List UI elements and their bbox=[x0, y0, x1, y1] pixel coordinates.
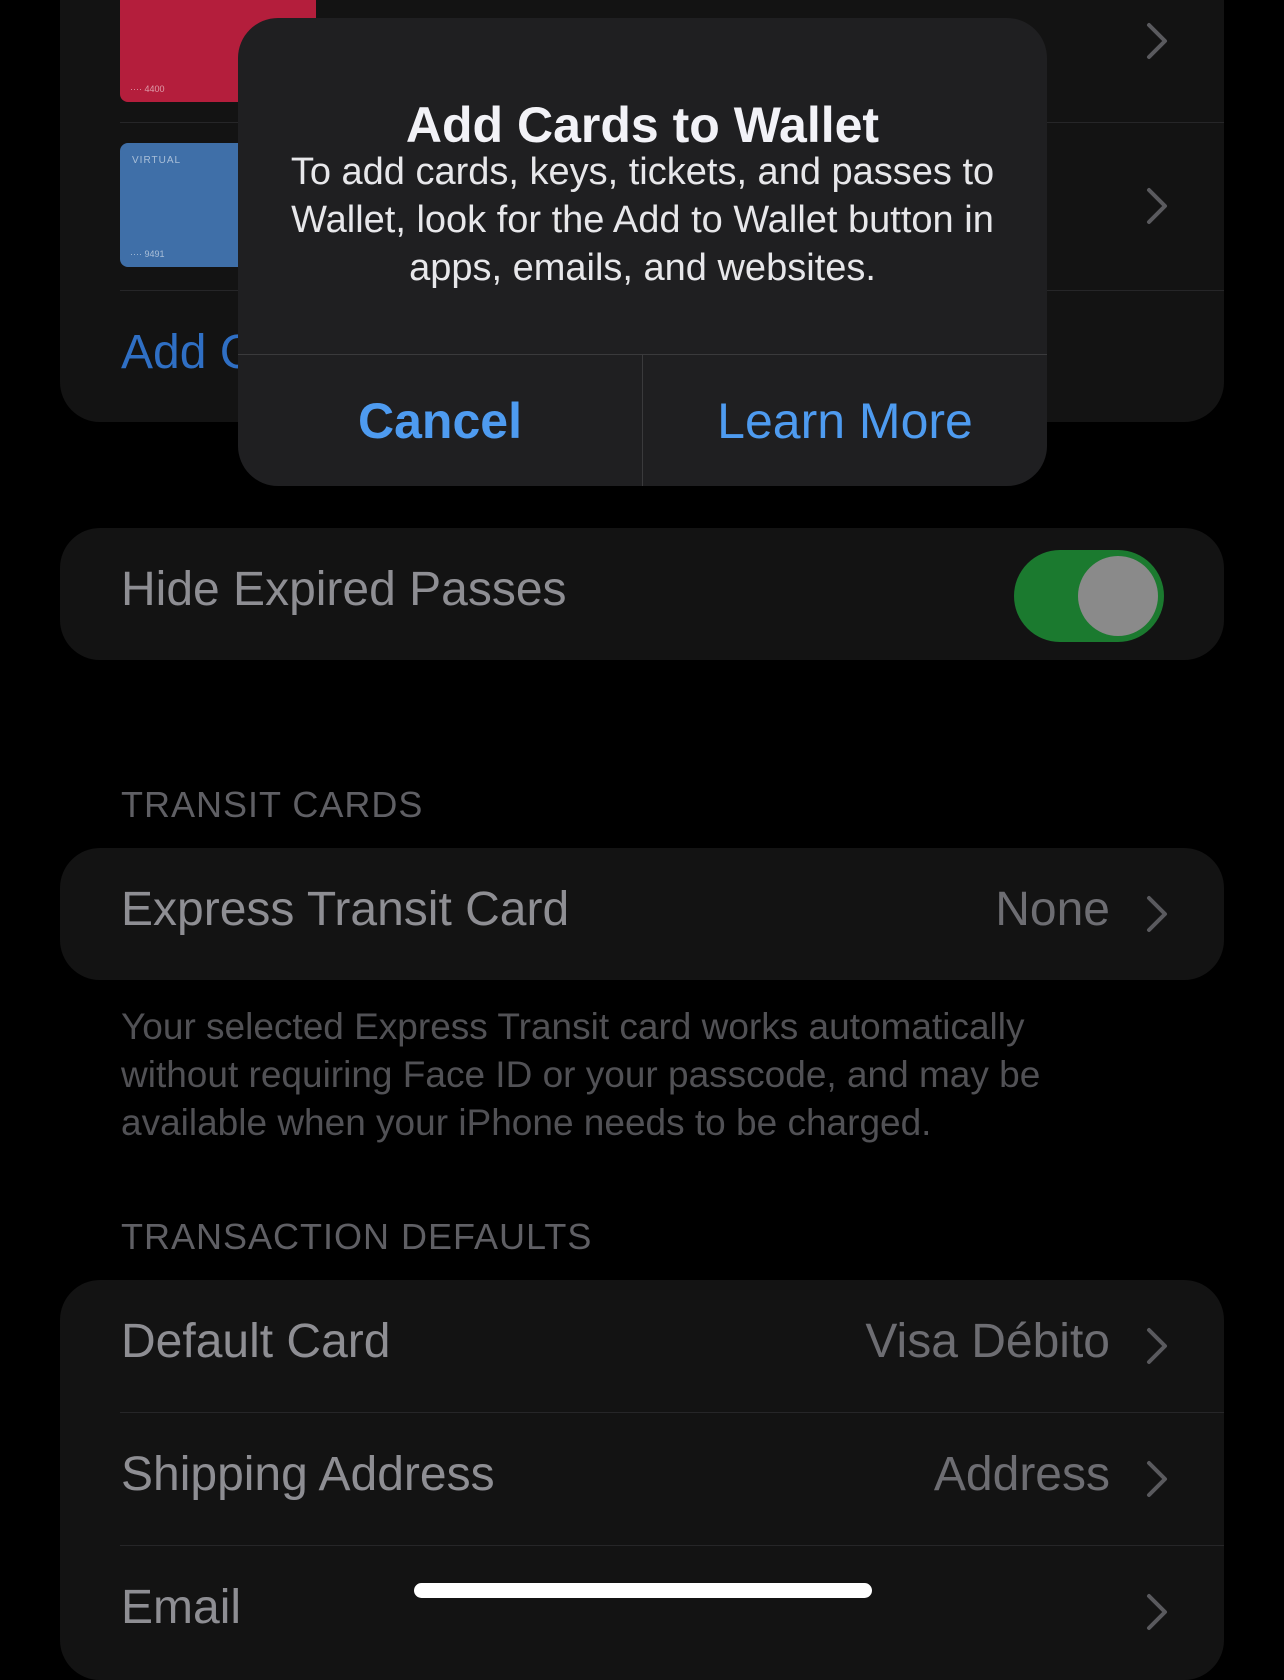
transaction-group: Default Card Visa Débito Shipping Addres… bbox=[60, 1280, 1224, 1680]
toggle-knob bbox=[1078, 556, 1158, 636]
learn-more-button[interactable]: Learn More bbox=[643, 355, 1047, 486]
hide-expired-toggle[interactable] bbox=[1014, 550, 1164, 642]
express-transit-row[interactable]: Express Transit Card None bbox=[60, 848, 1224, 980]
hide-expired-label: Hide Expired Passes bbox=[121, 563, 567, 616]
shipping-address-label: Shipping Address bbox=[121, 1448, 495, 1501]
shipping-address-value: Address bbox=[933, 1448, 1110, 1501]
chevron-right-icon bbox=[1147, 1594, 1167, 1630]
transit-cards-header: TRANSIT CARDS bbox=[121, 784, 424, 825]
add-cards-alert: Add Cards to Wallet To add cards, keys, … bbox=[238, 18, 1047, 486]
card-number: ···· 4400 bbox=[130, 84, 165, 94]
alert-message: To add cards, keys, tickets, and passes … bbox=[290, 151, 995, 289]
hide-expired-group: Hide Expired Passes bbox=[60, 528, 1224, 660]
cancel-button[interactable]: Cancel bbox=[238, 355, 642, 486]
add-card-label[interactable]: Add C bbox=[121, 325, 254, 380]
default-card-value: Visa Débito bbox=[865, 1315, 1110, 1368]
default-card-label: Default Card bbox=[121, 1315, 391, 1368]
express-transit-label: Express Transit Card bbox=[121, 883, 570, 936]
shipping-address-row[interactable]: Shipping Address Address bbox=[60, 1413, 1224, 1545]
chevron-right-icon bbox=[1147, 23, 1167, 59]
chevron-right-icon bbox=[1147, 1328, 1167, 1364]
card-number: ···· 9491 bbox=[130, 249, 165, 259]
express-transit-value: None bbox=[995, 883, 1110, 936]
alert-title: Add Cards to Wallet bbox=[405, 97, 880, 153]
chevron-right-icon bbox=[1147, 896, 1167, 932]
default-card-row[interactable]: Default Card Visa Débito bbox=[60, 1280, 1224, 1412]
email-label: Email bbox=[121, 1581, 242, 1634]
email-row[interactable]: Email bbox=[60, 1546, 1224, 1678]
card-name: Bnext Pink Estándar bbox=[350, 0, 767, 10]
express-transit-footnote: Your selected Express Transit card works… bbox=[121, 1006, 1041, 1143]
card-virtual-tag: VIRTUAL bbox=[132, 155, 182, 166]
transit-group: Express Transit Card None bbox=[60, 848, 1224, 980]
hide-expired-row: Hide Expired Passes bbox=[60, 528, 1224, 660]
chevron-right-icon bbox=[1147, 1461, 1167, 1497]
transaction-defaults-header: TRANSACTION DEFAULTS bbox=[121, 1216, 593, 1257]
chevron-right-icon bbox=[1147, 188, 1167, 224]
home-indicator[interactable] bbox=[414, 1583, 872, 1598]
